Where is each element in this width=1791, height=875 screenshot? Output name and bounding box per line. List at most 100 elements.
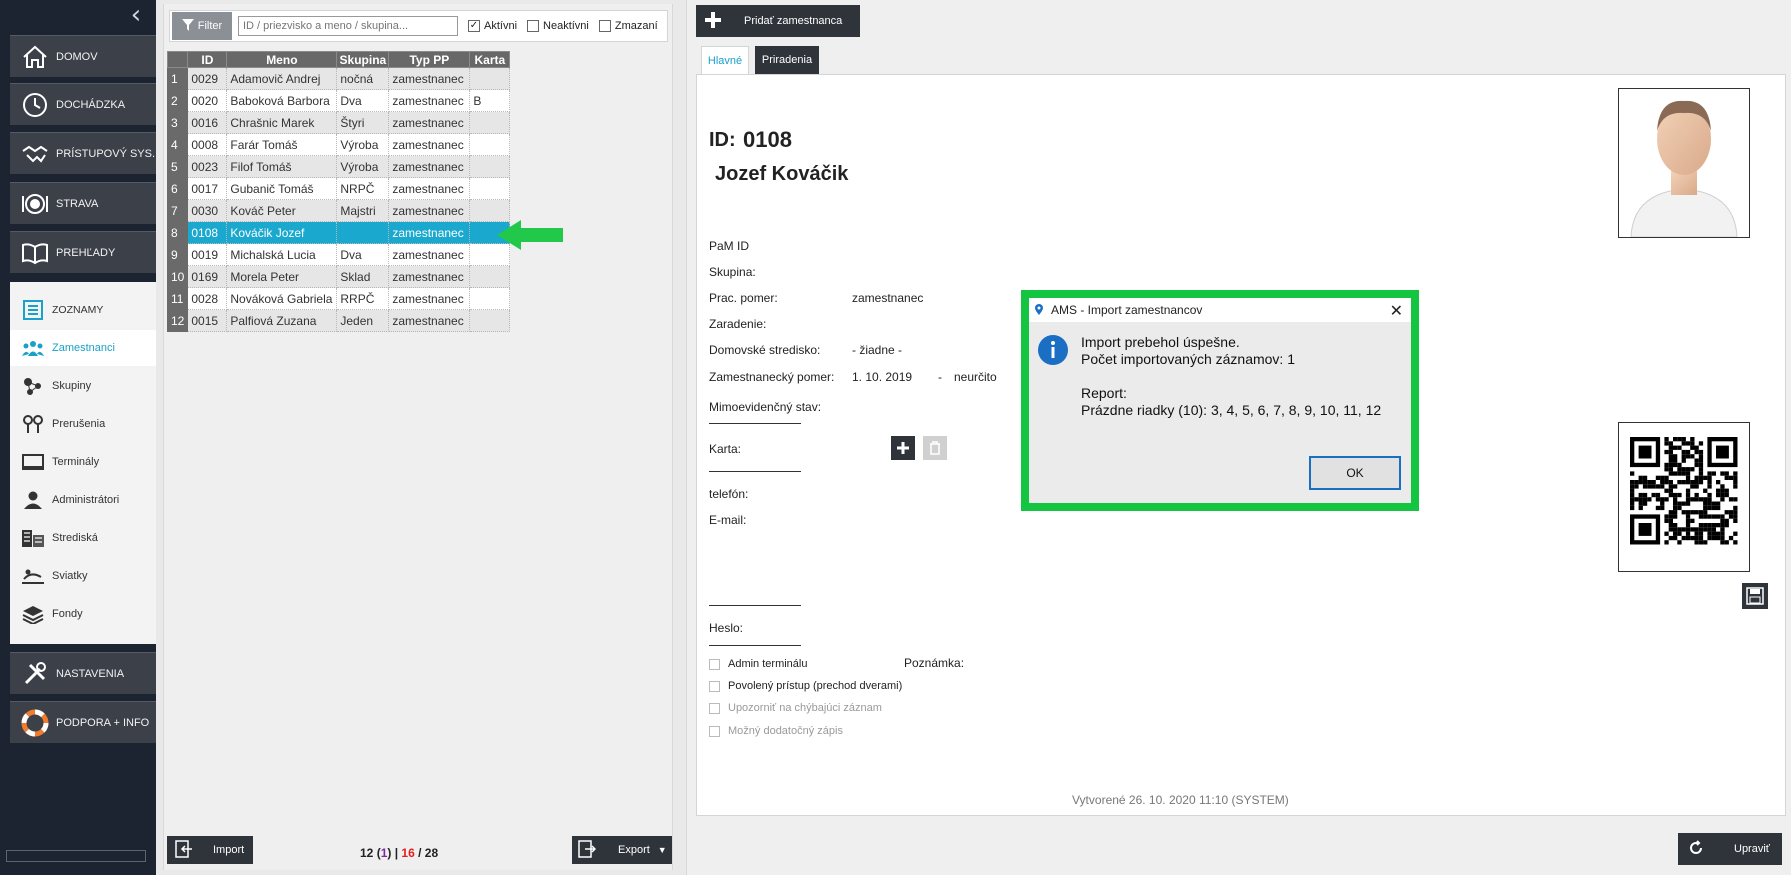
message-line: Prázdne riadky (10): 3, 4, 5, 6, 7, 8, 9…: [1081, 402, 1382, 418]
cell-card: [469, 177, 511, 200]
row-number: 7: [166, 199, 189, 222]
count-visible: 12: [360, 846, 374, 860]
ok-button[interactable]: OK: [1309, 456, 1401, 490]
people-icon: [20, 335, 46, 361]
row-number-header: [166, 51, 189, 68]
delete-card-button[interactable]: [923, 436, 947, 460]
column-header[interactable]: Skupina: [336, 51, 390, 68]
add-employee-button[interactable]: Pridať zamestnanca: [696, 5, 860, 37]
collapse-icon[interactable]: ‹: [124, 2, 148, 28]
card-label: Karta:: [709, 442, 742, 456]
nav-label: NASTAVENIA: [56, 667, 125, 680]
sub-interruptions[interactable]: Prerušenia: [10, 406, 156, 442]
deleted-checkbox[interactable]: Zmazaní: [598, 20, 658, 32]
cell-id: 0017: [187, 177, 228, 200]
table-row[interactable]: 12 0015 Palfiová Zuzana Jeden zamestnanec: [166, 309, 511, 332]
admin-terminal-checkbox[interactable]: Admin terminálu: [709, 658, 807, 670]
cell-group: RRPČ: [336, 287, 390, 310]
tab-assignments[interactable]: Priradenia: [755, 46, 819, 74]
table-row[interactable]: 3 0016 Chrašnic Marek Štyri zamestnanec: [166, 111, 511, 134]
cell-type: zamestnanec: [388, 133, 471, 156]
table-row[interactable]: 5 0023 Filof Tomáš Výroba zamestnanec: [166, 155, 511, 178]
sub-terminals[interactable]: Terminály: [10, 444, 156, 480]
export-button[interactable]: Export ▼: [572, 836, 672, 864]
table-row[interactable]: 7 0030 Kováč Peter Majstri zamestnanec: [166, 199, 511, 222]
created-info: Vytvorené 26. 10. 2020 11:10 (SYSTEM): [1072, 793, 1289, 807]
tab-main[interactable]: Hlavné: [701, 46, 749, 74]
sub-label: Skupiny: [52, 380, 92, 392]
sub-groups[interactable]: Skupiny: [10, 368, 156, 404]
lists-submenu: ZOZNAMY Zamestnanci Skupiny Prerušenia T…: [10, 282, 156, 644]
employee-photo[interactable]: [1618, 88, 1750, 238]
cell-id: 0015: [187, 309, 228, 332]
nav-support[interactable]: PODPORA + INFO: [10, 701, 156, 743]
filter-bar: Filter ✓ Aktívni Neaktívni Zmazaní: [169, 10, 668, 42]
chevron-down-icon[interactable]: ▼: [658, 845, 667, 855]
column-header[interactable]: Meno: [226, 51, 338, 68]
row-number: 1: [166, 67, 189, 90]
column-header[interactable]: Karta: [469, 51, 511, 68]
table-row[interactable]: 9 0019 Michalská Lucia Dva zamestnanec: [166, 243, 511, 266]
edit-button[interactable]: Upraviť: [1678, 833, 1782, 865]
cell-name: Adamovič Andrej: [226, 67, 338, 90]
cell-group: [336, 221, 390, 244]
cell-type: zamestnanec: [388, 243, 471, 266]
status-bar: [6, 850, 146, 862]
cell-group: Dva: [336, 89, 390, 112]
row-number: 10: [166, 265, 189, 288]
sub-label: Strediská: [52, 532, 98, 544]
save-qr-button[interactable]: [1742, 583, 1768, 609]
sub-administrators[interactable]: Administrátori: [10, 482, 156, 518]
nav-home[interactable]: DOMOV: [10, 35, 156, 77]
nav-access-system[interactable]: PRÍSTUPOVÝ SYS.: [10, 132, 156, 174]
cell-id: 0019: [187, 243, 228, 266]
info-icon: [1038, 335, 1068, 365]
access-allowed-checkbox[interactable]: Povolený prístup (prechod dverami): [709, 680, 902, 692]
export-label: Export: [618, 844, 650, 856]
sub-employees[interactable]: Zamestnanci: [10, 330, 156, 366]
add-card-button[interactable]: [891, 436, 915, 460]
search-input[interactable]: [238, 16, 458, 36]
sub-centers[interactable]: Strediská: [10, 520, 156, 556]
sub-funds[interactable]: Fondy: [10, 596, 156, 632]
assignment-label: Zaradenie:: [709, 317, 767, 331]
table-row[interactable]: 10 0169 Morela Peter Sklad zamestnanec: [166, 265, 511, 288]
table-row[interactable]: 4 0008 Farár Tomáš Výroba zamestnanec: [166, 133, 511, 156]
row-number: 6: [166, 177, 189, 200]
edit-label: Upraviť: [1734, 843, 1770, 855]
checkbox-box: [709, 702, 720, 714]
sub-label: Fondy: [52, 608, 83, 620]
record-counter: 12 (1) | 16 / 28: [360, 846, 439, 860]
nav-settings[interactable]: NASTAVENIA: [10, 652, 156, 694]
cell-id: 0016: [187, 111, 228, 134]
column-header[interactable]: ID: [187, 51, 228, 68]
extra-status-label: Mimoevidenčný stav:: [709, 400, 822, 414]
missing-record-checkbox[interactable]: Upozorniť na chýbajúci záznam: [709, 702, 882, 714]
table-row[interactable]: 1 0029 Adamovič Andrej nočná zamestnanec: [166, 67, 511, 90]
inactive-checkbox[interactable]: Neaktívni: [527, 20, 589, 32]
nav-attendance[interactable]: DOCHÁDZKA: [10, 83, 156, 125]
active-checkbox[interactable]: ✓ Aktívni: [468, 20, 517, 32]
cell-card: [469, 155, 511, 178]
extra-entry-checkbox[interactable]: Možný dodatočný zápis: [709, 725, 843, 737]
nav-overviews[interactable]: PREHĽADY: [10, 231, 156, 273]
nav-meals[interactable]: STRAVA: [10, 182, 156, 224]
table-row-selected[interactable]: 8 0108 Kováčik Jozef zamestnanec: [166, 221, 511, 244]
dialog-body: Import prebehol úspešne. Počet importova…: [1029, 322, 1411, 503]
row-number: 5: [166, 155, 189, 178]
sub-lists[interactable]: ZOZNAMY: [10, 292, 156, 328]
row-number: 2: [166, 89, 189, 112]
import-button[interactable]: Import: [167, 836, 253, 864]
close-icon[interactable]: ✕: [1390, 301, 1403, 320]
cell-name: Michalská Lucia: [226, 243, 338, 266]
cell-type: zamestnanec: [388, 89, 471, 112]
table-row[interactable]: 2 0020 Baboková Barbora Dva zamestnanec B: [166, 89, 511, 112]
table-row[interactable]: 6 0017 Gubanič Tomáš NRPČ zamestnanec: [166, 177, 511, 200]
sub-holidays[interactable]: Sviatky: [10, 558, 156, 594]
cell-id: 0023: [187, 155, 228, 178]
nav-label: PREHĽADY: [56, 246, 116, 259]
cell-name: Morela Peter: [226, 265, 338, 288]
column-header[interactable]: Typ PP: [388, 51, 471, 68]
table-row[interactable]: 11 0028 Nováková Gabriela RRPČ zamestnanec: [166, 287, 511, 310]
filter-button[interactable]: Filter: [172, 12, 232, 40]
